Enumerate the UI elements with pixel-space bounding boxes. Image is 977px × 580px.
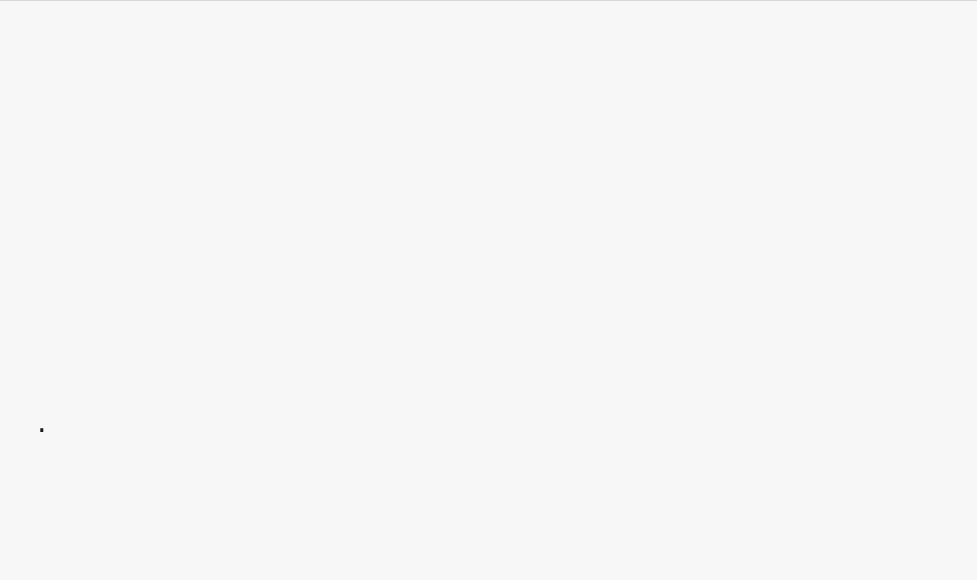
tree-line: . — [34, 396, 943, 456]
directory-tree: . ├── content/ │ └── images/ │ └── wordp… — [34, 276, 943, 580]
tree-line: ├── content/ — [34, 575, 943, 580]
